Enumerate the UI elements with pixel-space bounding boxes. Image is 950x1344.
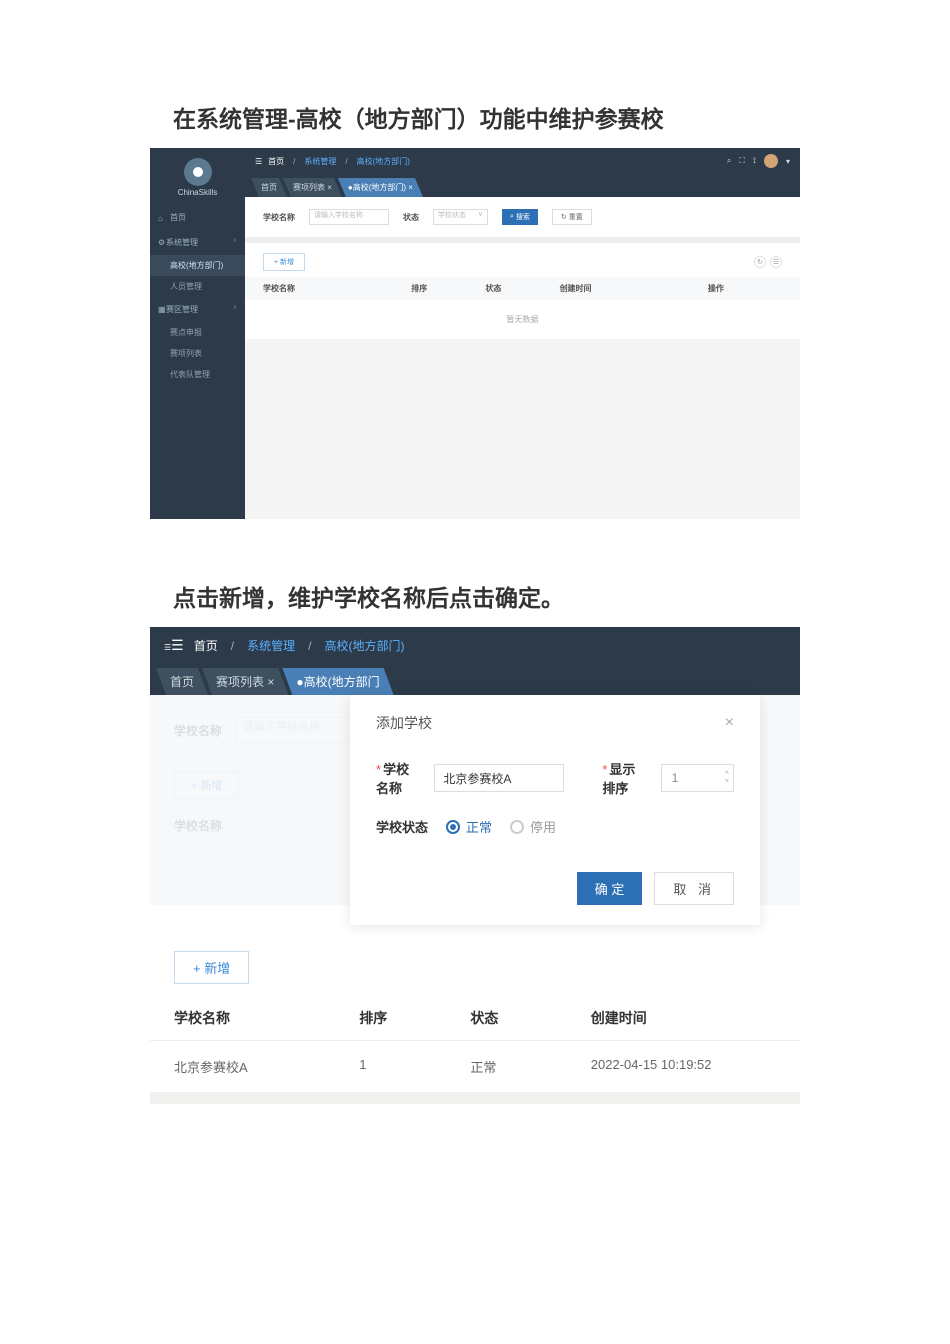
- cell-name: 北京参赛校A: [174, 1057, 359, 1076]
- brand-logo: [184, 158, 212, 186]
- close-icon[interactable]: ×: [725, 714, 734, 732]
- add-button[interactable]: + 新增: [263, 253, 305, 271]
- tabs-row: 首页 赛项列表 × ●高校(地方部门) ×: [245, 174, 800, 197]
- nav-sysmgmt[interactable]: 系统管理: [150, 230, 245, 255]
- cell-order: 1: [359, 1057, 470, 1076]
- tab2-home[interactable]: 首页: [156, 668, 208, 695]
- school-name-input[interactable]: [434, 764, 564, 792]
- radio-normal[interactable]: 正常: [446, 817, 492, 836]
- form-status-label: 学校状态: [376, 817, 428, 836]
- radio-disabled[interactable]: 停用: [510, 817, 556, 836]
- sidebar: ChinaSkills 首页 系统管理 高校(地方部门) 人员管理 赛区管理 赛…: [150, 148, 245, 519]
- form-order-label: 显示排序: [602, 762, 635, 796]
- filter-name-input[interactable]: 请输入学校名称: [309, 209, 389, 225]
- dropdown-icon[interactable]: ▾: [786, 157, 790, 166]
- filter-status-label: 状态: [403, 212, 419, 223]
- search-icon[interactable]: ⌕: [727, 156, 731, 166]
- avatar[interactable]: [764, 154, 778, 168]
- tab2-itemlist[interactable]: 赛项列表 ×: [202, 668, 288, 695]
- s3-th-status: 状态: [470, 1008, 590, 1028]
- s3-table-header: 学校名称 排序 状态 创建时间: [150, 996, 800, 1041]
- order-value: 1: [672, 771, 679, 785]
- screenshot-3: + 新增 学校名称 排序 状态 创建时间 北京参赛校A 1 正常 2022-04…: [150, 935, 800, 1104]
- s3-th-order: 排序: [359, 1008, 470, 1028]
- radio-dot-checked-icon: [446, 820, 460, 834]
- cancel-button[interactable]: 取 消: [654, 872, 734, 905]
- heading-1: 在系统管理-高校（地方部门）功能中维护参赛校: [173, 100, 950, 134]
- nav-home[interactable]: 首页: [150, 205, 245, 230]
- ok-button[interactable]: 确 定: [577, 872, 643, 905]
- heading-2: 点击新增，维护学校名称后点击确定。: [173, 579, 950, 613]
- reset-button[interactable]: ↻ 重置: [552, 209, 592, 225]
- bc-school[interactable]: 高校(地方部门): [357, 156, 410, 167]
- table-header: 学校名称 排序 状态 创建时间 操作: [245, 277, 800, 300]
- th-order: 排序: [411, 283, 485, 294]
- grid-icon: [158, 305, 166, 313]
- code-icon[interactable]: ⟟: [753, 156, 756, 166]
- s3-add-button[interactable]: + 新增: [174, 951, 249, 984]
- menu-icon-2[interactable]: ☰: [164, 637, 184, 654]
- nav-itemlist[interactable]: 赛项列表: [150, 343, 245, 364]
- home-icon: [158, 214, 166, 222]
- th-time: 创建时间: [560, 283, 708, 294]
- bc-sys[interactable]: 系统管理: [304, 156, 336, 167]
- spinner-up-icon[interactable]: ˄: [725, 770, 729, 778]
- tab2-school[interactable]: ●高校(地方部门: [282, 668, 393, 695]
- add-school-modal: 添加学校 × *学校名称 *显示排序 1 ˄˅ 学校状态: [350, 695, 760, 925]
- screenshot-2: ☰ 首页/ 系统管理/ 高校(地方部门) 首页 赛项列表 × ●高校(地方部门 …: [150, 627, 800, 905]
- nav-zone[interactable]: 赛区管理: [150, 297, 245, 322]
- cell-status: 正常: [470, 1057, 590, 1076]
- filter-bar: 学校名称 请输入学校名称 状态 学校状态 ∨ ⌕ 搜索 ↻ 重置: [245, 197, 800, 237]
- nav-school[interactable]: 高校(地方部门): [150, 255, 245, 276]
- s3-th-name: 学校名称: [174, 1008, 359, 1028]
- nav-personnel[interactable]: 人员管理: [150, 276, 245, 297]
- refresh-icon[interactable]: ↻: [754, 256, 766, 268]
- cell-time: 2022-04-15 10:19:52: [591, 1057, 776, 1076]
- screenshot-1: ChinaSkills 首页 系统管理 高校(地方部门) 人员管理 赛区管理 赛…: [150, 148, 800, 519]
- radio-dot-icon: [510, 820, 524, 834]
- s3-th-time: 创建时间: [591, 1008, 776, 1028]
- bc-home[interactable]: 首页: [268, 156, 284, 167]
- th-status: 状态: [485, 283, 559, 294]
- nav-apply[interactable]: 赛点申报: [150, 322, 245, 343]
- tab-itemlist[interactable]: 赛项列表 ×: [283, 178, 342, 197]
- brand-block: ChinaSkills: [150, 148, 245, 205]
- cols-icon[interactable]: ☰: [770, 256, 782, 268]
- brand-text: ChinaSkills: [156, 188, 239, 197]
- filter-status-select[interactable]: 学校状态 ∨: [433, 209, 488, 225]
- expand-icon[interactable]: ⛶: [739, 156, 745, 166]
- tab-school[interactable]: ●高校(地方部门) ×: [338, 178, 423, 197]
- nodata-text: 暂无数据: [245, 300, 800, 339]
- nav-team[interactable]: 代表队管理: [150, 364, 245, 385]
- bc2-home[interactable]: 首页: [194, 637, 218, 654]
- bc2-sys[interactable]: 系统管理: [247, 637, 295, 654]
- th-name: 学校名称: [263, 283, 411, 294]
- gear-icon: [158, 238, 166, 246]
- table-row[interactable]: 北京参赛校A 1 正常 2022-04-15 10:19:52: [150, 1041, 800, 1092]
- topbar: 首页/ 系统管理/ 高校(地方部门) ⌕ ⛶ ⟟ ▾: [245, 148, 800, 174]
- menu-icon[interactable]: [255, 157, 262, 166]
- bc2-school[interactable]: 高校(地方部门): [324, 637, 404, 654]
- tab-home[interactable]: 首页: [251, 178, 287, 197]
- spinner-down-icon[interactable]: ˅: [725, 778, 729, 786]
- search-button[interactable]: ⌕ 搜索: [502, 209, 538, 225]
- modal-title: 添加学校: [376, 713, 432, 733]
- th-ops: 操作: [708, 283, 782, 294]
- order-spinner[interactable]: 1 ˄˅: [661, 764, 734, 792]
- filter-name-label: 学校名称: [263, 212, 295, 223]
